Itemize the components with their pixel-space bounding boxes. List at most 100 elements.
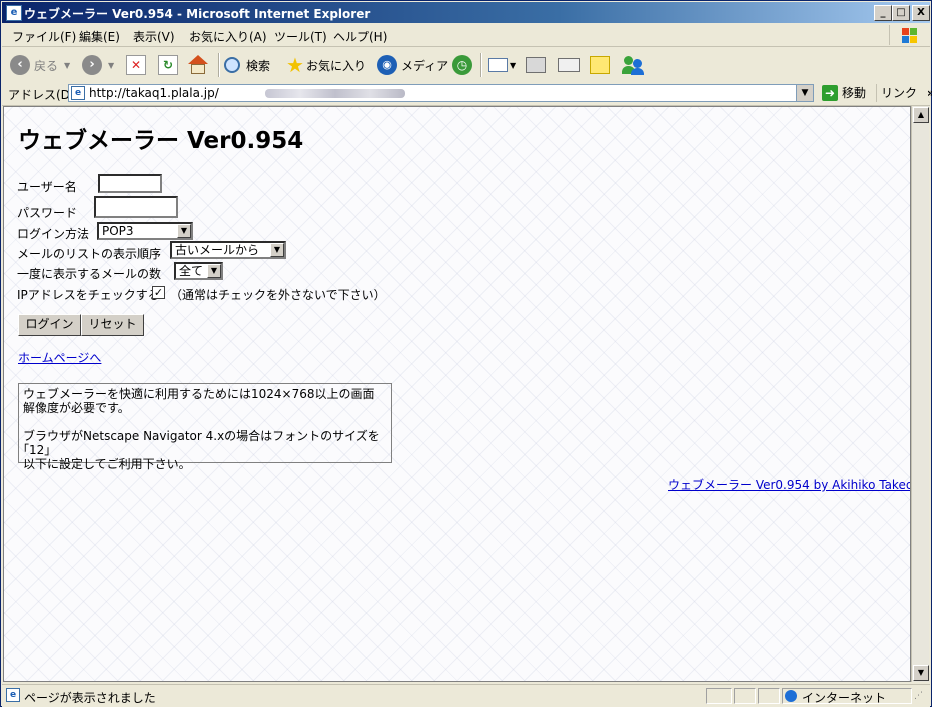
page-content: ウェブメーラー Ver0.954 ユーザー名 パスワード ログイン方法 POP3… <box>3 106 911 682</box>
chevron-down-icon[interactable]: ▼ <box>270 243 284 257</box>
ie-page-icon: e <box>6 5 22 21</box>
back-label: 戻る <box>34 58 59 73</box>
scroll-up-button[interactable]: ▲ <box>913 107 929 123</box>
chevron-down-icon[interactable]: ▼ <box>207 264 221 278</box>
address-url: http://takaq1.plala.jp/ <box>89 86 219 100</box>
window-title: ウェブメーラー Ver0.954 - Microsoft Internet Ex… <box>24 7 371 21</box>
discuss-button[interactable] <box>590 53 610 77</box>
forward-button[interactable]: › ▼ <box>82 53 114 77</box>
notice-line: ウェブメーラーを快適に利用するためには1024×768以上の画面 <box>23 387 375 401</box>
edit-page-icon <box>558 58 580 72</box>
status-panel <box>734 688 756 704</box>
menu-edit[interactable]: 編集(E) <box>79 28 120 45</box>
vertical-scrollbar[interactable]: ▲ ▼ <box>911 106 929 682</box>
sort-order-value: 古いメールから <box>175 243 260 257</box>
mail-dropdown-icon[interactable]: ▼ <box>510 61 516 70</box>
status-bar: e ページが表示されました インターネット ⋰ <box>2 684 930 707</box>
address-bar: アドレス(D) e http://takaq1.plala.jp/ ▼ ➜ 移動… <box>2 83 932 106</box>
history-button[interactable]: ◷ <box>452 53 472 77</box>
media-button[interactable]: ◉ メディア <box>377 53 448 77</box>
printer-icon <box>526 57 546 73</box>
star-icon: ★ <box>286 53 304 77</box>
notice-line: ブラウザがNetscape Navigator 4.xの場合はフォントのサイズを… <box>23 429 380 457</box>
refresh-icon: ↻ <box>158 55 178 75</box>
go-button[interactable]: ➜ 移動 <box>822 84 866 101</box>
menu-view[interactable]: 表示(V) <box>133 28 175 45</box>
search-label: 検索 <box>246 58 271 73</box>
menu-bar: ファイル(F) 編集(E) 表示(V) お気に入り(A) ツール(T) ヘルプ(… <box>2 24 930 47</box>
menu-favorites[interactable]: お気に入り(A) <box>189 28 267 45</box>
username-input[interactable] <box>98 174 162 193</box>
search-icon <box>224 57 240 73</box>
maximize-button[interactable]: □ <box>892 5 910 21</box>
print-button[interactable] <box>526 53 546 77</box>
notice-spacer <box>23 415 387 429</box>
menu-help[interactable]: ヘルプ(H) <box>333 28 387 45</box>
toolbar: ‹ 戻る ▼ › ▼ ✕ ↻ 検索 ★ お気に入り ◉ メディア ◷ ▼ <box>2 47 930 84</box>
media-globe-icon: ◉ <box>377 55 397 75</box>
password-input[interactable] <box>94 196 178 218</box>
history-clock-icon: ◷ <box>452 55 472 75</box>
ip-check-note: （通常はチェックを外さないで下さい） <box>170 288 386 302</box>
favorites-button[interactable]: ★ お気に入り <box>286 53 366 77</box>
security-zone-panel: インターネット <box>782 688 912 705</box>
credit-link[interactable]: ウェブメーラー Ver0.954 by Akihiko Takeda <box>668 476 910 493</box>
mail-count-select[interactable]: 全て ▼ <box>174 262 223 280</box>
back-arrow-icon: ‹ <box>10 55 30 75</box>
chevron-down-icon[interactable]: ▼ <box>177 224 191 238</box>
search-button[interactable]: 検索 <box>224 53 270 77</box>
toolbar-separator <box>480 53 482 77</box>
page-icon: e <box>71 86 85 100</box>
address-input[interactable]: e http://takaq1.plala.jp/ ▼ <box>68 84 814 102</box>
favorites-label: お気に入り <box>305 58 366 73</box>
reset-button[interactable]: リセット <box>81 314 144 336</box>
sort-order-select[interactable]: 古いメールから ▼ <box>170 241 286 259</box>
edit-button[interactable] <box>558 53 580 77</box>
toolbar-separator <box>218 53 220 77</box>
address-dropdown-icon[interactable]: ▼ <box>796 85 813 101</box>
menu-tools[interactable]: ツール(T) <box>274 28 327 45</box>
scroll-down-button[interactable]: ▼ <box>913 665 929 681</box>
minimize-button[interactable]: _ <box>874 5 892 21</box>
go-label: 移動 <box>842 86 867 100</box>
messenger-icon <box>622 55 644 75</box>
mail-button[interactable]: ▼ <box>488 53 516 77</box>
status-panel <box>758 688 780 704</box>
homepage-link[interactable]: ホームページへ <box>18 349 101 366</box>
status-text: ページが表示されました <box>24 691 156 705</box>
links-label: リンク <box>881 86 918 100</box>
links-button[interactable]: リンク » <box>876 84 932 102</box>
username-label: ユーザー名 <box>17 180 77 194</box>
messenger-button[interactable] <box>622 53 644 77</box>
notice-line: 解像度が必要です。 <box>23 401 130 415</box>
page-done-icon: e <box>6 688 20 702</box>
back-dropdown-icon[interactable]: ▼ <box>64 61 70 70</box>
home-button[interactable] <box>188 53 208 77</box>
mail-envelope-icon <box>488 58 508 72</box>
home-icon <box>188 55 208 75</box>
page-title: ウェブメーラー Ver0.954 <box>18 128 304 154</box>
refresh-button[interactable]: ↻ <box>158 53 178 77</box>
login-method-label: ログイン方法 <box>17 227 90 241</box>
forward-arrow-icon: › <box>82 55 102 75</box>
title-bar[interactable]: e ウェブメーラー Ver0.954 - Microsoft Internet … <box>2 2 930 23</box>
links-chevron-icon: » <box>927 86 932 100</box>
forward-dropdown-icon[interactable]: ▼ <box>108 61 114 70</box>
menu-file[interactable]: ファイル(F) <box>12 28 76 45</box>
mail-count-value: 全て <box>179 264 204 278</box>
login-method-value: POP3 <box>102 224 134 238</box>
screen-resolution-notice: ウェブメーラーを快適に利用するためには1024×768以上の画面 解像度が必要で… <box>18 383 392 471</box>
notice-line: 以下に設定してご利用下さい。 <box>23 457 191 471</box>
media-label: メディア <box>401 58 449 73</box>
resize-grip-icon[interactable]: ⋰ <box>914 691 926 703</box>
stop-button[interactable]: ✕ <box>126 53 146 77</box>
login-button[interactable]: ログイン <box>18 314 81 336</box>
ip-check-checkbox[interactable]: ✓ <box>152 286 165 299</box>
back-button[interactable]: ‹ 戻る ▼ <box>10 53 70 77</box>
close-button[interactable]: X <box>912 5 930 21</box>
stop-icon: ✕ <box>126 55 146 75</box>
mail-count-label: 一度に表示するメールの数 <box>17 267 162 281</box>
zone-label: インターネット <box>802 691 887 705</box>
address-url-redacted <box>265 89 405 98</box>
login-method-select[interactable]: POP3 ▼ <box>97 222 193 240</box>
